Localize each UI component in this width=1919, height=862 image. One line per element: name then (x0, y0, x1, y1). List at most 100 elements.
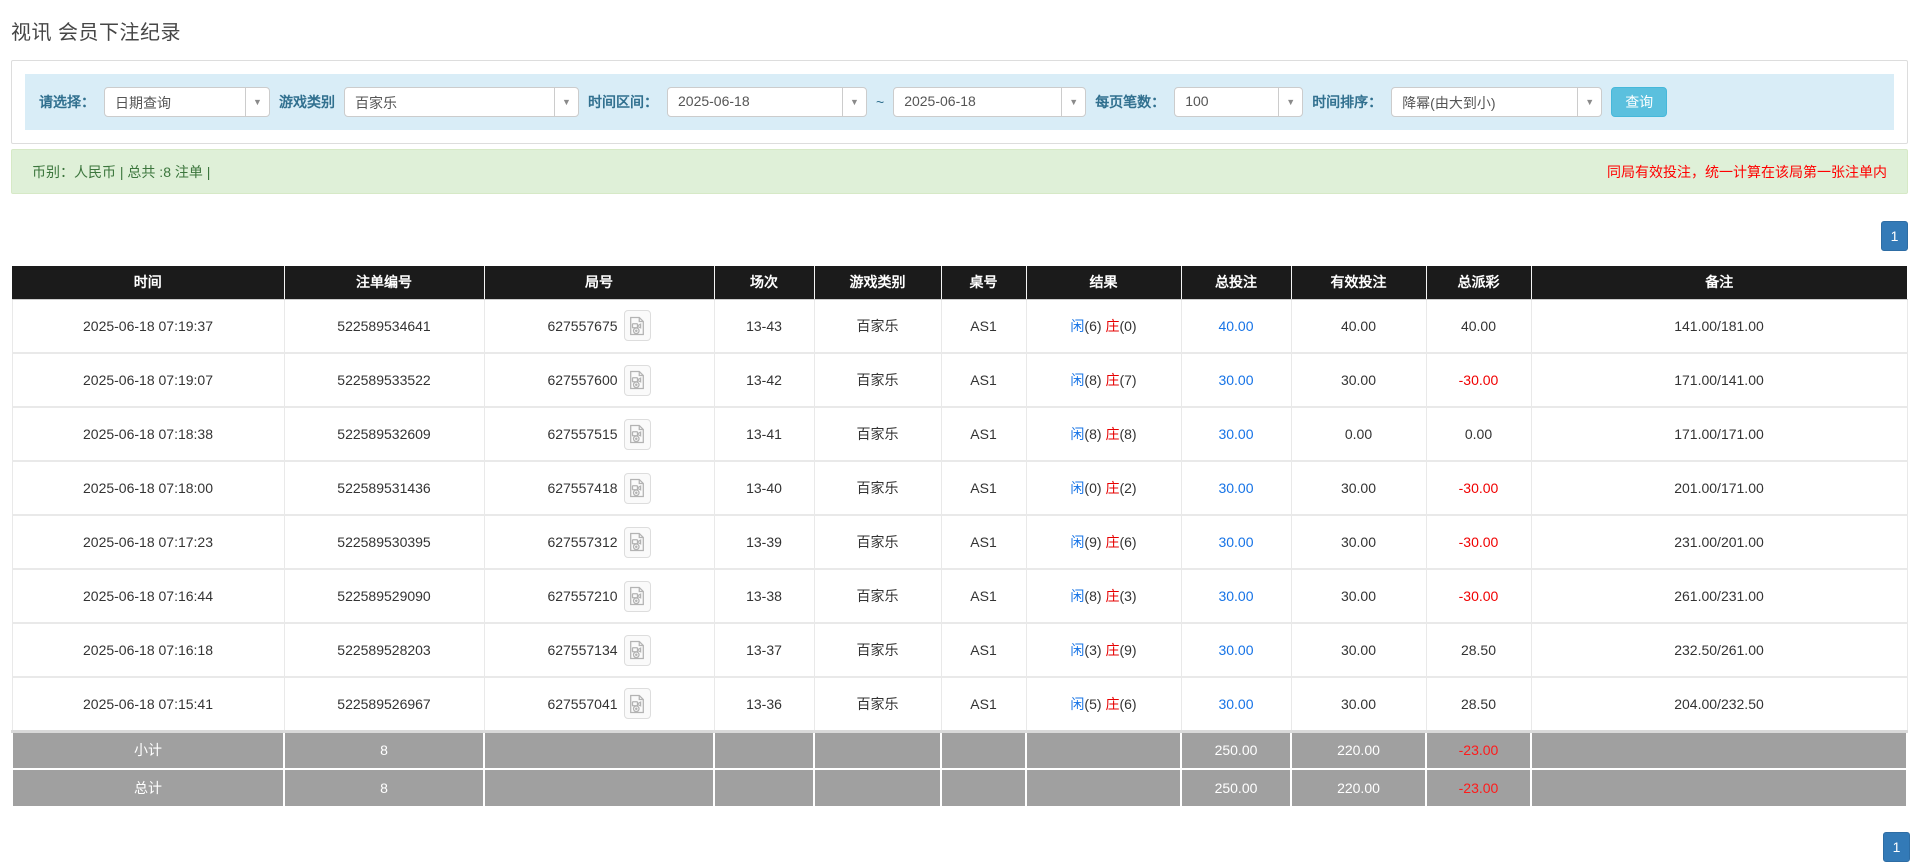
cell-total-bet[interactable]: 30.00 (1181, 353, 1292, 408)
page-1-button[interactable]: 1 (1883, 832, 1910, 862)
query-type-label: 请选择： (39, 94, 95, 110)
cell-bet-id: 522589533522 (284, 353, 485, 408)
total-bet-link[interactable]: 40.00 (1218, 318, 1253, 334)
cell-payout: -30.00 (1426, 515, 1532, 570)
banker-result: 庄 (1105, 695, 1120, 712)
cell-game-type: 百家乐 (814, 569, 942, 624)
total-bet-link[interactable]: 30.00 (1218, 426, 1253, 442)
subtotal-row-cell-9: -23.00 (1425, 730, 1532, 770)
round-number: 627557418 (547, 480, 618, 496)
cell-game-type: 百家乐 (814, 353, 942, 408)
cell-total-bet[interactable]: 30.00 (1181, 569, 1292, 624)
cell-session: 13-43 (714, 299, 815, 354)
cell-note: 201.00/171.00 (1531, 461, 1908, 516)
total-bet-link[interactable]: 30.00 (1218, 372, 1253, 388)
video-file-icon[interactable] (623, 634, 651, 666)
player-result: 闲 (1070, 534, 1085, 550)
total-row-cell-5 (940, 768, 1027, 808)
column-header-3: 场次 (714, 266, 815, 300)
chevron-down-icon: ▼ (554, 88, 578, 116)
subtotal-row-cell-1: 8 (283, 730, 485, 770)
subtotal-row-cell-8: 220.00 (1290, 730, 1427, 770)
video-file-icon[interactable] (623, 472, 651, 504)
cell-note: 232.50/261.00 (1531, 623, 1908, 678)
cell-round-id: 627557134 (484, 623, 715, 678)
round-number: 627557134 (547, 642, 618, 658)
cell-payout: 28.50 (1426, 623, 1532, 678)
date-from-select[interactable]: 2025-06-18 ▼ (667, 87, 867, 117)
cell-valid-bet: 0.00 (1291, 407, 1427, 462)
cell-table-no: AS1 (941, 353, 1027, 408)
player-result: 闲 (1070, 426, 1085, 442)
cell-table-no: AS1 (941, 569, 1027, 624)
filter-panel: 请选择： 日期查询 ▼ 游戏类别 百家乐 ▼ 时间区间： 2025-06-18 … (11, 60, 1908, 144)
column-header-5: 桌号 (941, 266, 1027, 300)
subtotal-row-cell-0: 小计 (11, 730, 285, 770)
banker-result: 庄 (1105, 642, 1120, 658)
cell-session: 13-40 (714, 461, 815, 516)
pagination-bottom: 1 (1883, 832, 1910, 862)
player-result: 闲 (1070, 480, 1085, 496)
summary-bar: 币别：人民币 | 总共 :8 注单 | 同局有效投注，统一计算在该局第一张注单内 (11, 149, 1908, 194)
date-range-separator: ~ (876, 94, 885, 110)
table-row: 2025-06-18 07:18:38 522589532609 627557515… (11, 407, 1908, 462)
cell-result: 闲(3) 庄(9) (1026, 623, 1182, 678)
cell-round-id: 627557041 (484, 677, 715, 733)
total-bet-link[interactable]: 30.00 (1218, 588, 1253, 604)
query-type-value: 日期查询 (115, 95, 171, 111)
cell-payout: 0.00 (1426, 407, 1532, 462)
cell-note: 204.00/232.50 (1531, 677, 1908, 733)
video-file-icon[interactable] (623, 364, 651, 396)
total-bet-link[interactable]: 30.00 (1218, 480, 1253, 496)
cell-bet-id: 522589532609 (284, 407, 485, 462)
cell-table-no: AS1 (941, 299, 1027, 354)
cell-time: 2025-06-18 07:18:38 (11, 407, 285, 462)
total-bet-link[interactable]: 30.00 (1218, 696, 1253, 712)
date-to-value: 2025-06-18 (904, 93, 976, 109)
cell-total-bet[interactable]: 30.00 (1181, 677, 1292, 733)
cell-time: 2025-06-18 07:15:41 (11, 677, 285, 733)
cell-payout: 28.50 (1426, 677, 1532, 733)
banker-result: 庄 (1105, 317, 1120, 334)
total-bet-link[interactable]: 30.00 (1218, 642, 1253, 658)
game-type-select[interactable]: 百家乐 ▼ (344, 87, 579, 117)
cell-result: 闲(5) 庄(6) (1026, 677, 1182, 733)
video-file-icon[interactable] (623, 688, 651, 720)
table-row: 2025-06-18 07:16:44 522589529090 627557210… (11, 569, 1908, 624)
sort-order-select[interactable]: 降幂(由大到小) ▼ (1391, 87, 1603, 117)
cell-total-bet[interactable]: 30.00 (1181, 461, 1292, 516)
bet-records-table: 时间 注单编号 局号 场次 游戏类别 桌号 结果 总投注 有效投注 总派彩 备注 2025-06-1… (11, 266, 1908, 808)
cell-time: 2025-06-18 07:18:00 (11, 461, 285, 516)
banker-result: 庄 (1105, 372, 1120, 388)
column-header-1: 注单编号 (284, 266, 485, 300)
video-file-icon[interactable] (623, 418, 651, 450)
chevron-down-icon: ▼ (245, 88, 269, 116)
cell-total-bet[interactable]: 30.00 (1181, 623, 1292, 678)
banker-result: 庄 (1105, 588, 1120, 604)
cell-table-no: AS1 (941, 623, 1027, 678)
cell-total-bet[interactable]: 30.00 (1181, 515, 1292, 570)
pagination-top: 1 (11, 221, 1908, 251)
search-button[interactable]: 查询 (1611, 87, 1668, 117)
cell-valid-bet: 30.00 (1291, 623, 1427, 678)
cell-total-bet[interactable]: 30.00 (1181, 407, 1292, 462)
video-file-icon[interactable] (623, 526, 651, 558)
page-size-value: 100 (1185, 93, 1209, 109)
video-file-icon[interactable] (623, 310, 651, 342)
cell-total-bet[interactable]: 40.00 (1181, 299, 1292, 354)
total-row-cell-8: 220.00 (1290, 768, 1427, 808)
cell-game-type: 百家乐 (814, 299, 942, 354)
date-to-select[interactable]: 2025-06-18 ▼ (893, 87, 1087, 117)
cell-bet-id: 522589529090 (284, 569, 485, 624)
page-size-select[interactable]: 100 ▼ (1174, 87, 1304, 117)
game-type-label: 游戏类别 (279, 94, 335, 110)
subtotal-row-cell-5 (940, 730, 1027, 770)
query-type-select[interactable]: 日期查询 ▼ (104, 87, 270, 117)
total-bet-link[interactable]: 30.00 (1218, 534, 1253, 550)
currency-total-text: 币别：人民币 | 总共 :8 注单 | (32, 163, 211, 180)
cell-result: 闲(6) 庄(0) (1026, 299, 1182, 354)
page-1-button[interactable]: 1 (1881, 221, 1908, 251)
round-number: 627557675 (547, 317, 618, 334)
video-file-icon[interactable] (623, 580, 651, 612)
cell-payout: 40.00 (1426, 299, 1532, 354)
